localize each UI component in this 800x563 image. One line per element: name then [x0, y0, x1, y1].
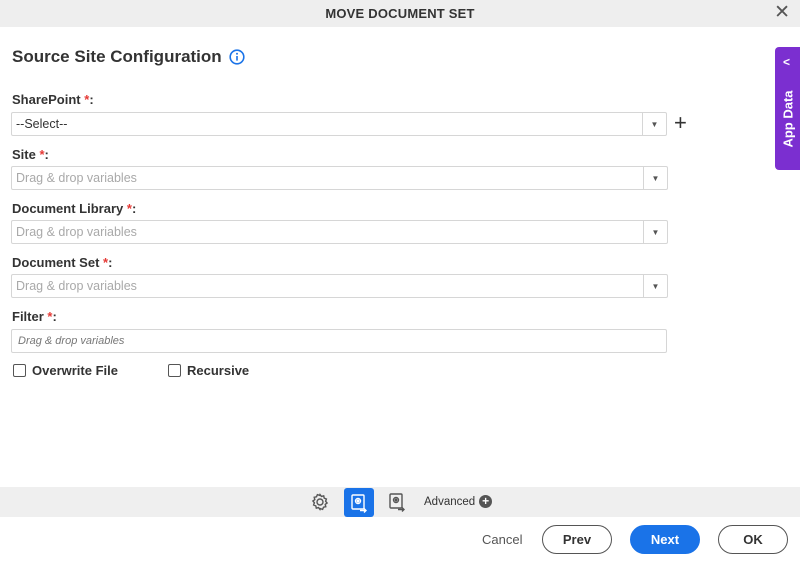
cancel-button[interactable]: Cancel: [482, 532, 522, 547]
document-set-placeholder: Drag & drop variables: [16, 279, 137, 293]
plus-circle-icon: +: [479, 495, 493, 508]
required-marker: *: [47, 309, 53, 324]
info-icon[interactable]: [229, 49, 245, 65]
document-library-label: Document Library *:: [12, 201, 137, 216]
chevron-down-icon[interactable]: ▼: [643, 221, 667, 243]
sharepoint-value: --Select--: [16, 117, 68, 131]
document-set-label: Document Set *:: [12, 255, 113, 270]
chevron-left-icon: <: [783, 55, 791, 69]
ok-button[interactable]: OK: [718, 525, 788, 554]
next-button[interactable]: Next: [630, 525, 700, 554]
filter-input[interactable]: Drag & drop variables: [11, 329, 667, 353]
checkbox-box[interactable]: [13, 364, 26, 377]
required-marker: *: [84, 92, 90, 107]
filter-placeholder: Drag & drop variables: [18, 335, 125, 347]
advanced-button[interactable]: Advanced +: [424, 495, 493, 508]
destination-config-icon[interactable]: [384, 489, 410, 515]
site-placeholder: Drag & drop variables: [16, 171, 137, 185]
sharepoint-label: SharePoint *:: [12, 92, 94, 107]
document-set-select[interactable]: Drag & drop variables ▼: [11, 274, 668, 298]
app-data-panel-toggle[interactable]: < App Data: [775, 47, 800, 170]
close-icon[interactable]: ✕: [774, 3, 790, 23]
bottom-toolbar: Advanced +: [0, 487, 800, 517]
plus-icon[interactable]: +: [674, 112, 687, 134]
site-select[interactable]: Drag & drop variables ▼: [11, 166, 668, 190]
gear-icon[interactable]: [307, 489, 333, 515]
section-heading: Source Site Configuration: [12, 47, 245, 67]
overwrite-file-label: Overwrite File: [32, 363, 118, 378]
dialog-title: MOVE DOCUMENT SET: [325, 6, 475, 21]
document-library-select[interactable]: Drag & drop variables ▼: [11, 220, 668, 244]
prev-button[interactable]: Prev: [542, 525, 612, 554]
app-data-label: App Data: [780, 90, 795, 148]
sharepoint-select[interactable]: --Select-- ▼: [11, 112, 667, 136]
recursive-label: Recursive: [187, 363, 250, 378]
required-marker: *: [126, 201, 132, 216]
required-marker: *: [39, 147, 45, 162]
section-title: Source Site Configuration: [12, 47, 222, 66]
advanced-label: Advanced: [424, 495, 476, 508]
title-bar: MOVE DOCUMENT SET ✕: [0, 0, 800, 27]
overwrite-file-checkbox[interactable]: Overwrite File: [13, 363, 118, 378]
required-marker: *: [103, 255, 109, 270]
filter-label: Filter *:: [12, 309, 57, 324]
chevron-down-icon[interactable]: ▼: [642, 113, 666, 135]
source-config-icon[interactable]: [344, 488, 374, 517]
chevron-down-icon[interactable]: ▼: [643, 275, 667, 297]
recursive-checkbox[interactable]: Recursive: [168, 363, 249, 378]
site-label: Site *:: [12, 147, 49, 162]
document-library-placeholder: Drag & drop variables: [16, 225, 137, 239]
chevron-down-icon[interactable]: ▼: [643, 167, 667, 189]
checkbox-box[interactable]: [168, 364, 181, 377]
